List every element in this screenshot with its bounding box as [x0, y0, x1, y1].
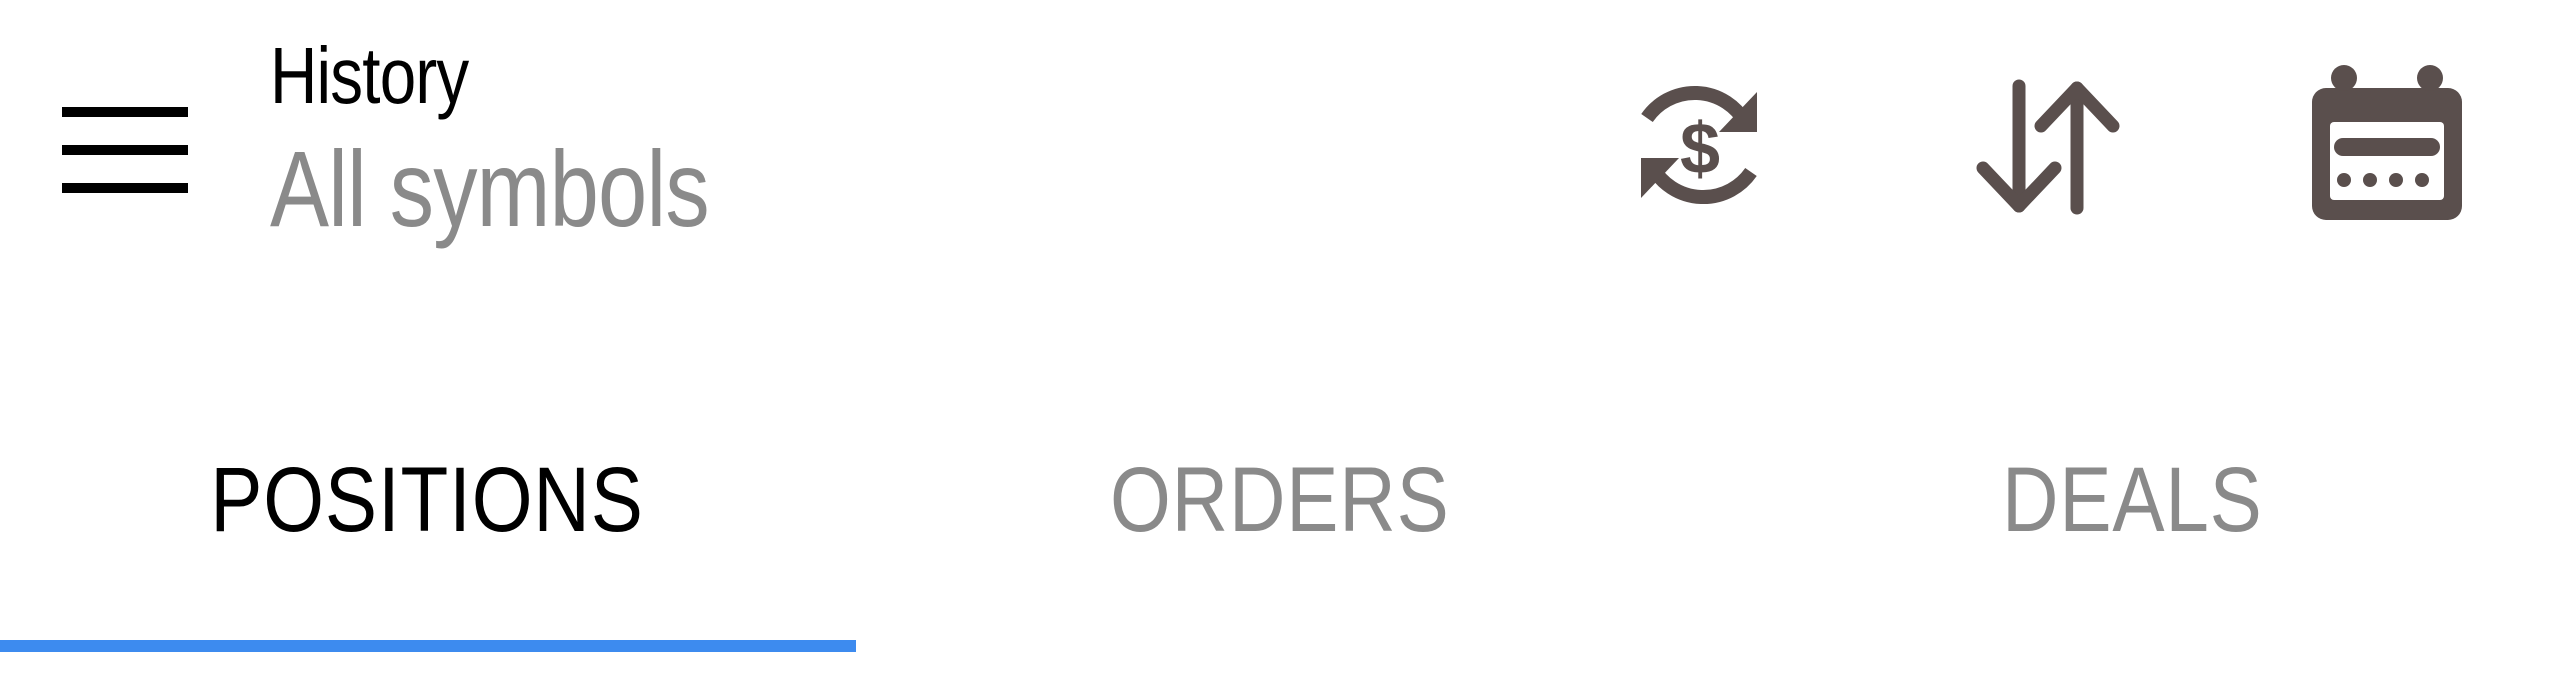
title-block: History All symbols [270, 28, 805, 254]
sort-icon [1976, 79, 2120, 215]
tab-positions[interactable]: POSITIONS [0, 420, 856, 660]
symbol-filter[interactable]: All symbols [270, 124, 710, 254]
history-screen: History All symbols $ POSITIONS ORDERS D… [0, 0, 2560, 686]
sort-button[interactable] [1960, 60, 2130, 230]
page-title: History [270, 31, 469, 120]
active-tab-indicator [0, 640, 856, 652]
svg-text:$: $ [1680, 109, 1720, 189]
tab-deals-label: DEALS [2002, 448, 2263, 551]
calendar-icon [2312, 65, 2462, 220]
menu-button[interactable] [40, 80, 210, 220]
hamburger-menu-icon [62, 107, 188, 193]
currency-exchange-icon: $ [1641, 85, 1757, 205]
calendar-button[interactable] [2302, 60, 2472, 230]
tab-orders-label: ORDERS [1109, 448, 1450, 551]
tab-deals[interactable]: DEALS [1706, 420, 2559, 660]
currency-exchange-button[interactable]: $ [1615, 60, 1785, 230]
history-tabs: POSITIONS ORDERS DEALS [0, 420, 2560, 660]
top-toolbar: History All symbols $ [0, 0, 2560, 340]
tab-orders[interactable]: ORDERS [853, 420, 1706, 660]
tab-positions-label: POSITIONS [209, 448, 644, 551]
